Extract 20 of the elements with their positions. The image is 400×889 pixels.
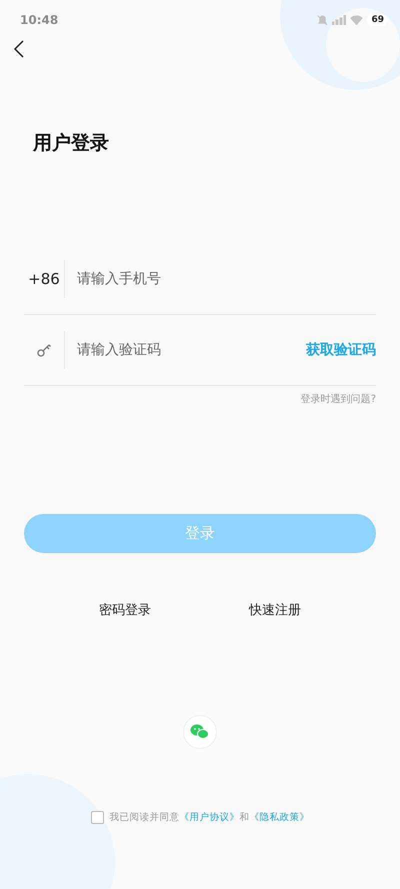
- mute-bell-icon: [317, 14, 328, 26]
- country-code[interactable]: +86: [24, 270, 64, 288]
- code-input[interactable]: 请输入验证码: [75, 341, 306, 359]
- wifi-icon: [350, 15, 364, 25]
- get-code-link[interactable]: 获取验证码: [306, 341, 376, 359]
- page-title: 用户登录: [33, 131, 110, 156]
- login-option-link[interactable]: 快速注册: [249, 601, 301, 619]
- chat-bubbles-icon[interactable]: [183, 715, 217, 749]
- signal-icon: [332, 15, 346, 25]
- help-link[interactable]: 登录时遇到问题?: [300, 392, 376, 406]
- agreement-link[interactable]: 《用户协议》: [180, 812, 240, 823]
- phone-input[interactable]: 请输入手机号: [75, 270, 376, 288]
- agree-checkbox[interactable]: [90, 811, 104, 824]
- status-time: 10:48: [20, 13, 58, 27]
- agreement-link[interactable]: 《隐私政策》: [250, 812, 310, 823]
- back-icon[interactable]: [13, 40, 25, 58]
- login-option-link[interactable]: 密码登录: [99, 601, 151, 619]
- key-icon: [36, 342, 52, 358]
- agreement-text: 我已阅读并同意《用户协议》和《隐私政策》: [110, 811, 310, 824]
- battery-level: 69: [367, 14, 388, 26]
